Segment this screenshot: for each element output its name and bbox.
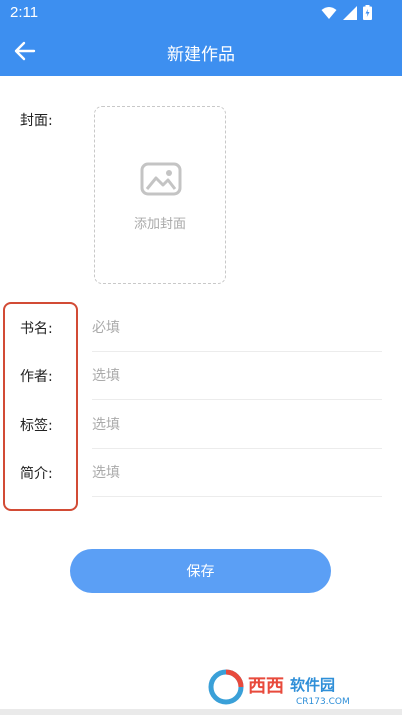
svg-text:软件园: 软件园 (290, 676, 335, 694)
add-cover-label: 添加封面 (133, 217, 186, 232)
status-bar: 2:11 (0, 0, 402, 26)
tags-input[interactable] (92, 413, 382, 437)
save-button[interactable]: 保存 (70, 549, 331, 593)
add-cover-button[interactable]: 添加封面 (94, 106, 226, 284)
svg-text:西西: 西西 (248, 676, 284, 697)
page-title: 新建作品 (167, 45, 235, 65)
signal-icon (343, 5, 357, 20)
author-input[interactable] (92, 364, 382, 388)
svg-text:CR173.COM: CR173.COM (296, 697, 350, 707)
divider (92, 399, 382, 400)
battery-icon (363, 5, 372, 20)
app-bar: 新建作品 (0, 26, 402, 76)
highlight-box (3, 302, 78, 511)
watermark-graphic: 西西 软件园 CR173.COM (204, 666, 382, 708)
status-time: 2:11 (10, 4, 39, 21)
bottom-bar (0, 709, 402, 715)
intro-input[interactable] (92, 461, 382, 485)
watermark-logo: 西西 软件园 CR173.COM (204, 666, 382, 708)
title-input[interactable] (92, 316, 382, 340)
cover-label: 封面: (20, 113, 53, 129)
divider (92, 496, 382, 497)
image-icon (140, 162, 182, 196)
wifi-icon (321, 6, 337, 19)
status-icons (321, 5, 372, 20)
